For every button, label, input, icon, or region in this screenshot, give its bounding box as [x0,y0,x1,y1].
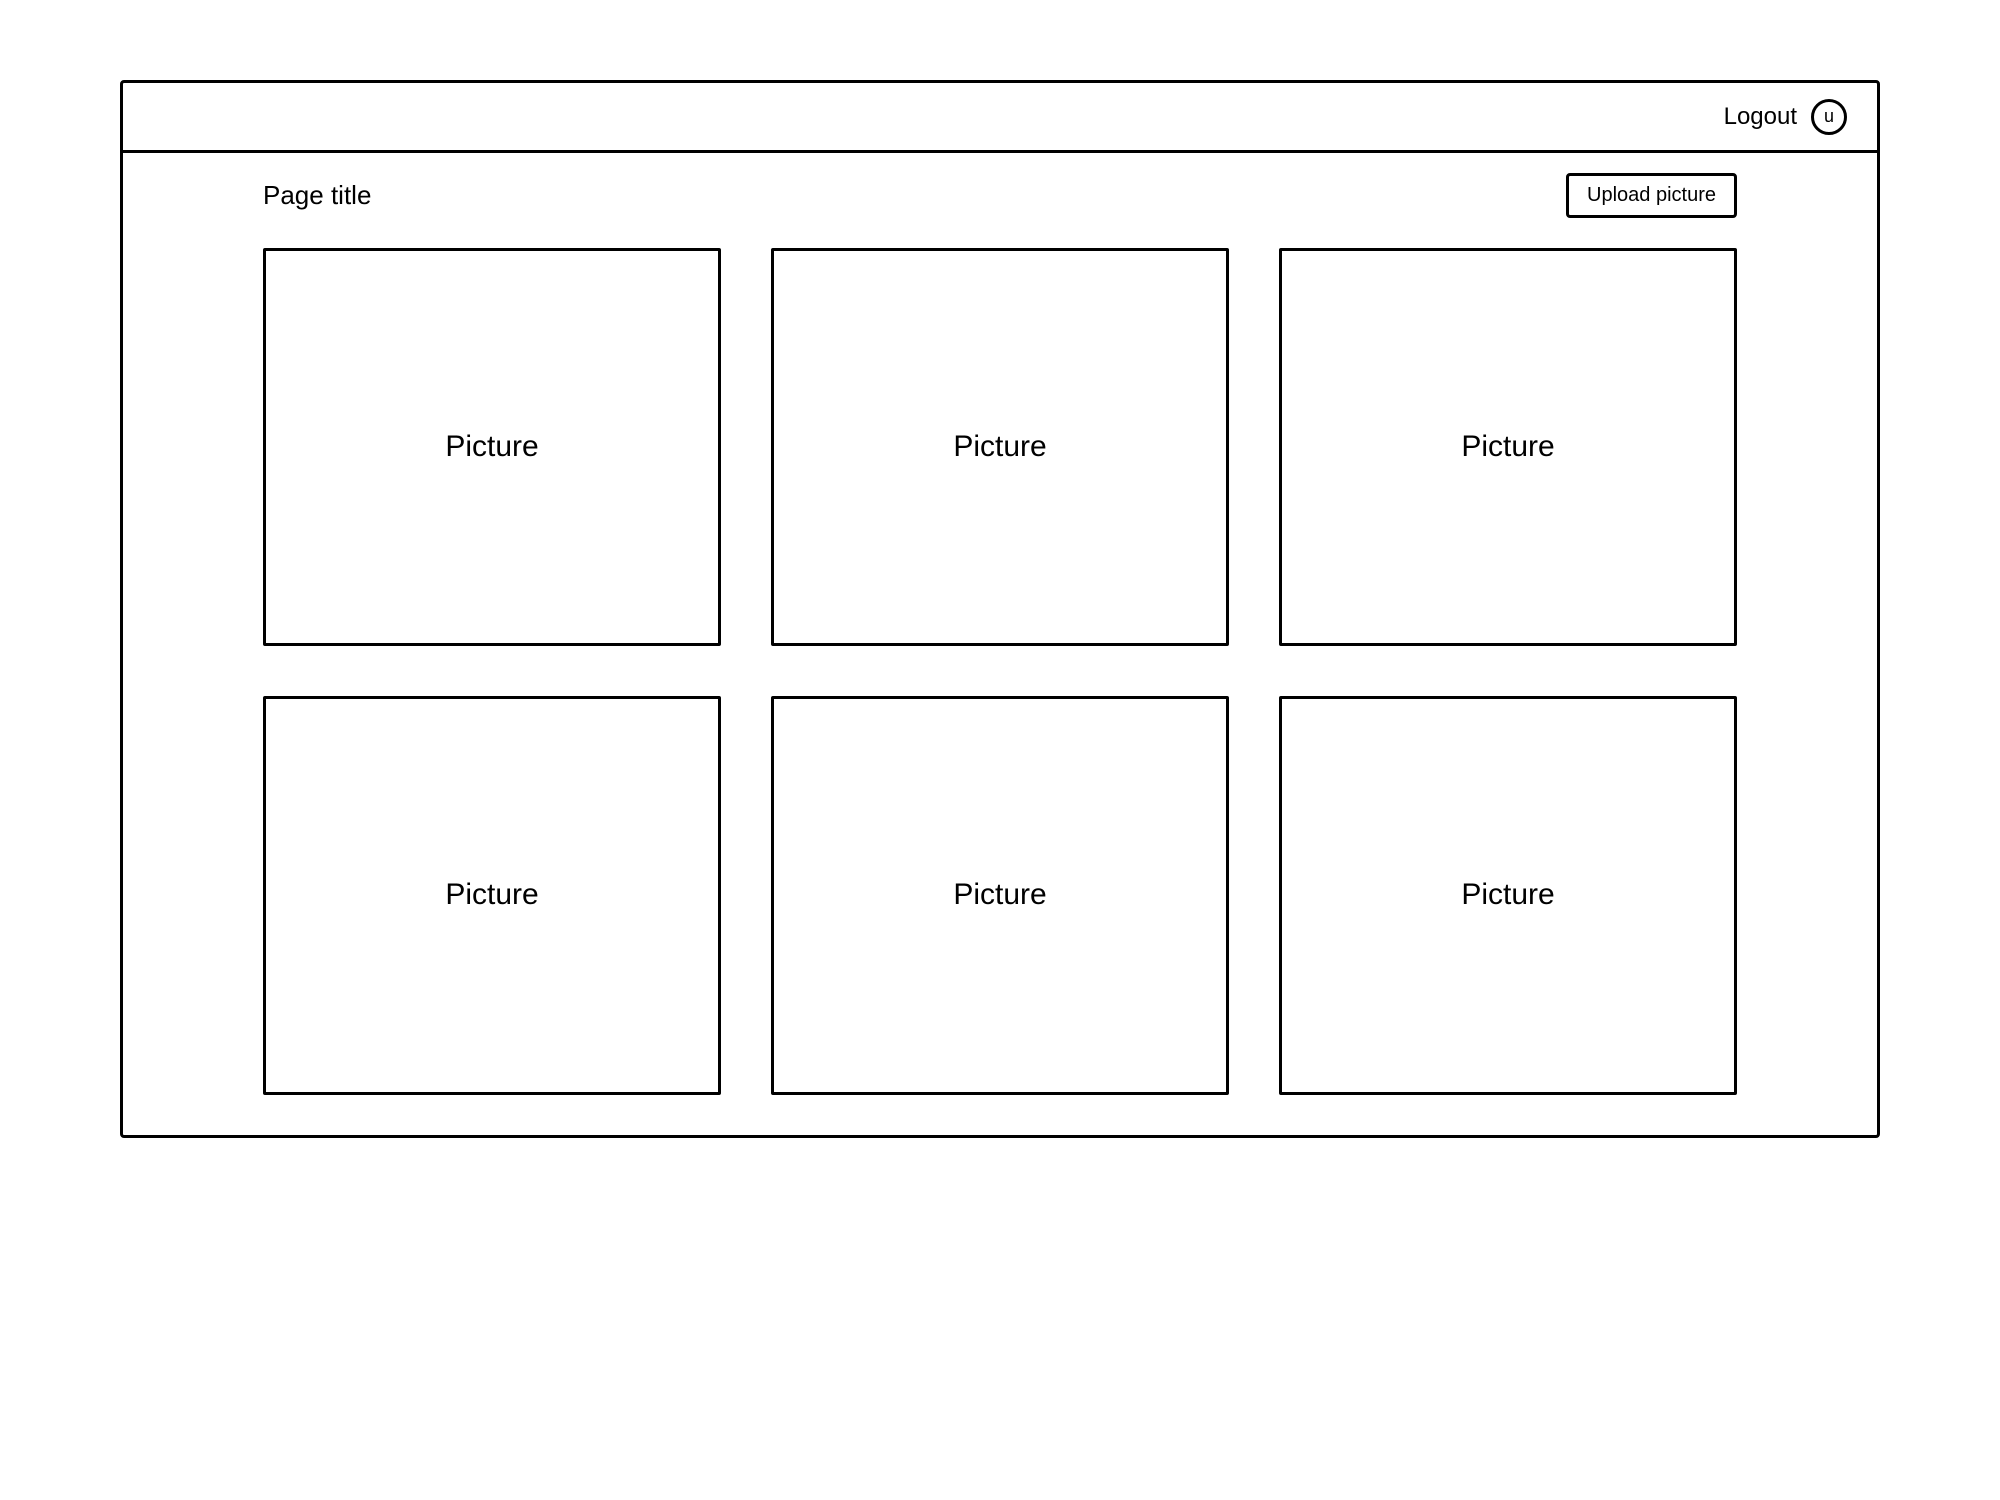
picture-card[interactable]: Picture [263,248,721,646]
picture-label: Picture [445,878,538,912]
avatar[interactable]: u [1811,99,1847,135]
upload-picture-button[interactable]: Upload picture [1566,173,1737,218]
top-bar: Logout u [123,83,1877,153]
logout-link[interactable]: Logout [1724,103,1797,131]
picture-card[interactable]: Picture [1279,248,1737,646]
title-row: Page title Upload picture [263,173,1737,218]
picture-label: Picture [1461,878,1554,912]
picture-label: Picture [953,878,1046,912]
picture-card[interactable]: Picture [263,696,721,1094]
picture-card[interactable]: Picture [771,696,1229,1094]
avatar-initial: u [1824,106,1834,127]
picture-grid: Picture Picture Picture Picture Picture … [263,248,1737,1095]
picture-label: Picture [1461,430,1554,464]
picture-card[interactable]: Picture [1279,696,1737,1094]
picture-label: Picture [445,430,538,464]
main-content: Page title Upload picture Picture Pictur… [123,153,1877,1135]
page-title: Page title [263,180,371,211]
app-window: Logout u Page title Upload picture Pictu… [120,80,1880,1138]
picture-card[interactable]: Picture [771,248,1229,646]
picture-label: Picture [953,430,1046,464]
